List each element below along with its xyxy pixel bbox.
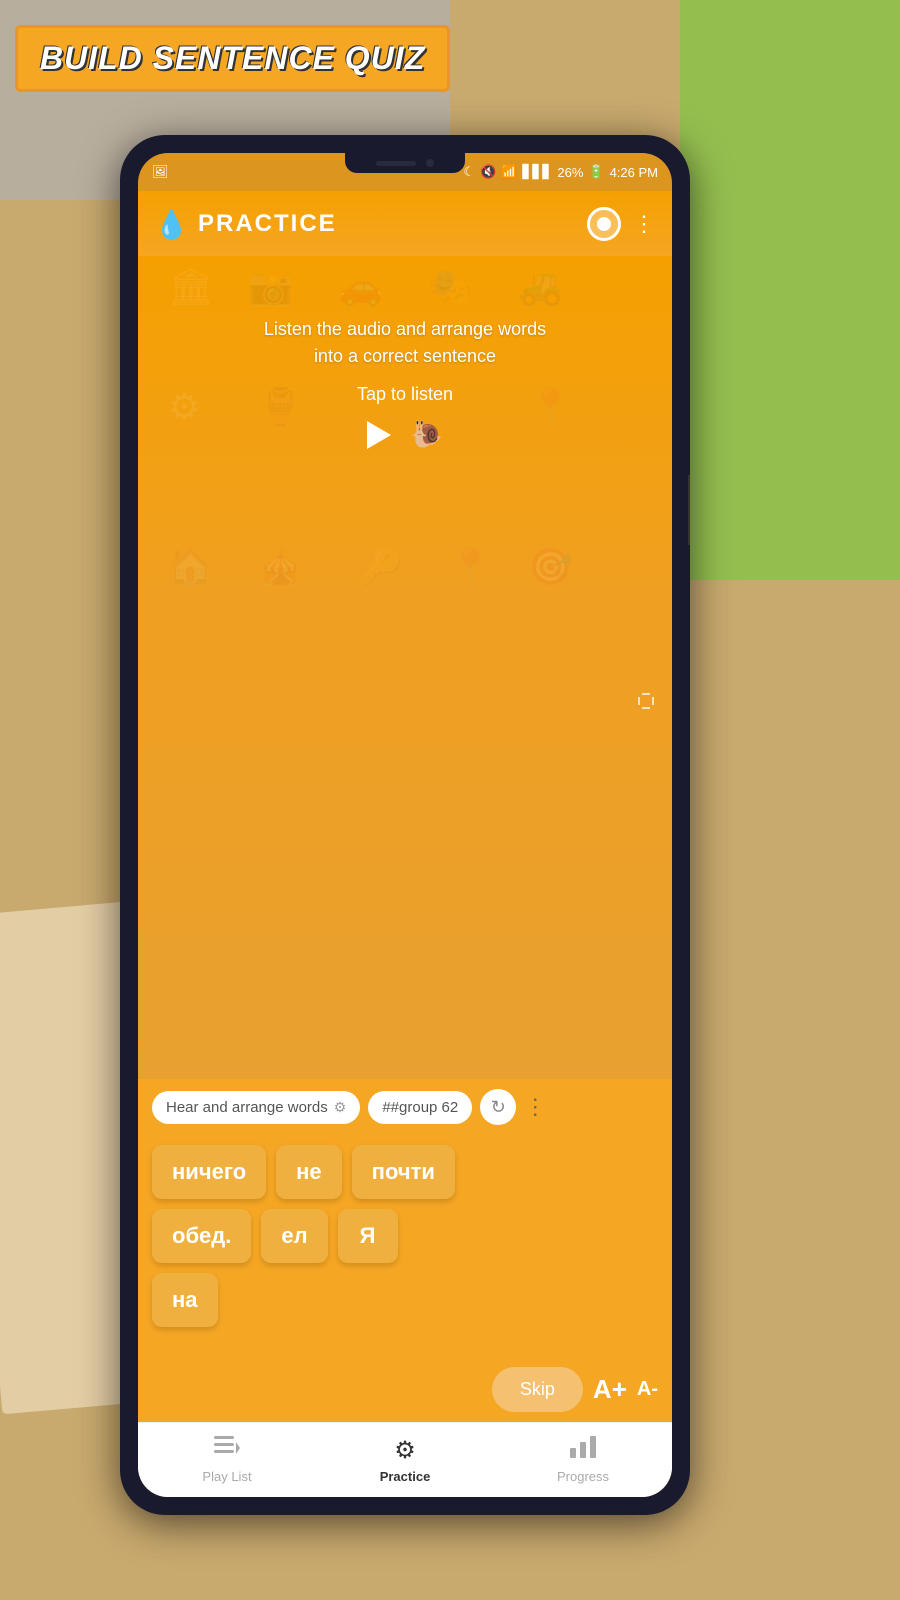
word-tile-ne[interactable]: не — [276, 1145, 342, 1199]
mute-icon: 🔇 — [480, 164, 496, 180]
word-row-1: ничего не почти — [152, 1145, 658, 1199]
nav-practice-label: Practice — [380, 1469, 431, 1484]
playlist-icon — [214, 1436, 240, 1465]
title-banner: BUILD SENTENCE QUIZ — [15, 25, 450, 92]
word-tile-obed[interactable]: обед. — [152, 1209, 251, 1263]
bg-icon-11: 🔑 — [358, 546, 403, 588]
header-more-button[interactable]: ⋮ — [633, 211, 656, 237]
bg-icon-10: 🎪 — [258, 546, 303, 588]
word-tile-text: ничего — [172, 1159, 246, 1184]
filter-label: Hear and arrange words — [166, 1099, 328, 1116]
nav-playlist[interactable]: Play List — [138, 1428, 316, 1492]
word-tile-ya[interactable]: Я — [338, 1209, 398, 1263]
filter-more-button[interactable]: ⋮ — [524, 1094, 546, 1120]
signal-icon: ▋▋▋ — [522, 164, 552, 180]
camera — [426, 159, 434, 167]
slow-speed-button[interactable]: 🐌 — [411, 419, 443, 450]
instruction-line2: into a correct sentence — [314, 346, 496, 366]
group-pill[interactable]: ##group 62 — [368, 1091, 472, 1124]
word-tile-el[interactable]: ел — [261, 1209, 327, 1263]
clock: 4:26 PM — [610, 165, 658, 180]
bg-icon-12: 📍 — [448, 546, 493, 588]
font-plus-label: A+ — [593, 1374, 627, 1404]
instruction-text: Listen the audio and arrange words into … — [168, 316, 642, 370]
bottom-nav: Play List ⚙ Practice Progress — [138, 1422, 672, 1497]
nav-practice[interactable]: ⚙ Practice — [316, 1428, 494, 1492]
group-label: ##group 62 — [382, 1099, 458, 1116]
tap-to-listen-text: Tap to listen — [168, 384, 642, 405]
word-tile-text: обед. — [172, 1223, 231, 1248]
skip-button[interactable]: Skip — [492, 1367, 583, 1412]
filter-pill[interactable]: Hear and arrange words ⚙ — [152, 1091, 360, 1124]
progress-icon — [570, 1436, 596, 1465]
refresh-icon: ↻ — [491, 1097, 506, 1118]
circle-inner — [597, 217, 611, 231]
word-tile-text: Я — [360, 1223, 376, 1248]
app-title: PRACTICE — [198, 210, 575, 238]
status-right: ☾ 🔇 📶 ▋▋▋ 26% 🔋 4:26 PM — [463, 164, 658, 180]
word-tile-text: на — [172, 1287, 198, 1312]
app-header: 💧 PRACTICE ⋮ — [138, 191, 672, 256]
word-tile-na[interactable]: на — [152, 1273, 218, 1327]
filter-gear-icon: ⚙ — [334, 1099, 347, 1116]
filter-bar: Hear and arrange words ⚙ ##group 62 ↻ ⋮ — [138, 1079, 672, 1135]
play-button[interactable] — [367, 421, 391, 449]
instruction-line1: Listen the audio and arrange words — [264, 319, 546, 339]
moon-icon: ☾ — [463, 164, 475, 180]
word-row-2: обед. ел Я — [152, 1209, 658, 1263]
word-row-3: на — [152, 1273, 658, 1327]
word-tile-pochti[interactable]: почти — [352, 1145, 455, 1199]
bottom-controls: Skip A+ A- — [138, 1357, 672, 1422]
phone-frame: 🖼 ☾ 🔇 📶 ▋▋▋ 26% 🔋 4:26 PM 💧 PRACTICE — [120, 135, 690, 1515]
font-decrease-button[interactable]: A- — [637, 1378, 658, 1401]
status-left: 🖼 — [152, 164, 169, 180]
battery-percent: 26% — [557, 165, 583, 180]
wifi-icon: 📶 — [501, 164, 517, 180]
speaker — [376, 161, 416, 166]
sticky-note-decoration — [680, 0, 900, 580]
bg-icon-9: 🏠 — [168, 546, 213, 588]
battery-icon: 🔋 — [588, 164, 604, 180]
word-tile-nichego[interactable]: ничего — [152, 1145, 266, 1199]
screen-content: 🖼 ☾ 🔇 📶 ▋▋▋ 26% 🔋 4:26 PM 💧 PRACTICE — [138, 153, 672, 1497]
audio-controls: 🐌 — [168, 419, 642, 450]
nav-playlist-label: Play List — [202, 1469, 251, 1484]
phone-screen: 🖼 ☾ 🔇 📶 ▋▋▋ 26% 🔋 4:26 PM 💧 PRACTICE — [138, 153, 672, 1497]
main-content: 🏛 📸 🚗 🎭 🚜 ⚙ 🏺 📍 🏠 🎪 🔑 📍 🎯 — [138, 256, 672, 1079]
header-circle-button[interactable] — [587, 207, 621, 241]
word-tile-text: не — [296, 1159, 322, 1184]
drop-icon: 💧 — [154, 209, 189, 240]
skip-label: Skip — [520, 1379, 555, 1399]
side-button — [688, 475, 690, 545]
font-increase-button[interactable]: A+ — [593, 1374, 627, 1405]
phone-notch — [345, 153, 465, 173]
instruction-area: Listen the audio and arrange words into … — [138, 256, 672, 470]
nav-progress[interactable]: Progress — [494, 1428, 672, 1492]
app-logo-icon: 💧 — [154, 208, 186, 240]
practice-icon: ⚙ — [394, 1436, 416, 1465]
word-tile-text: ел — [281, 1223, 307, 1248]
nav-progress-label: Progress — [557, 1469, 609, 1484]
banner-title: BUILD SENTENCE QUIZ — [40, 40, 425, 76]
expand-button[interactable] — [634, 689, 658, 719]
bg-icon-13: 🎯 — [528, 546, 573, 588]
font-minus-label: A- — [637, 1378, 658, 1400]
word-tile-text: почти — [372, 1159, 435, 1184]
status-image-icon: 🖼 — [152, 164, 169, 180]
refresh-button[interactable]: ↻ — [480, 1089, 516, 1125]
word-tiles-area: ничего не почти обед. ел — [138, 1135, 672, 1357]
